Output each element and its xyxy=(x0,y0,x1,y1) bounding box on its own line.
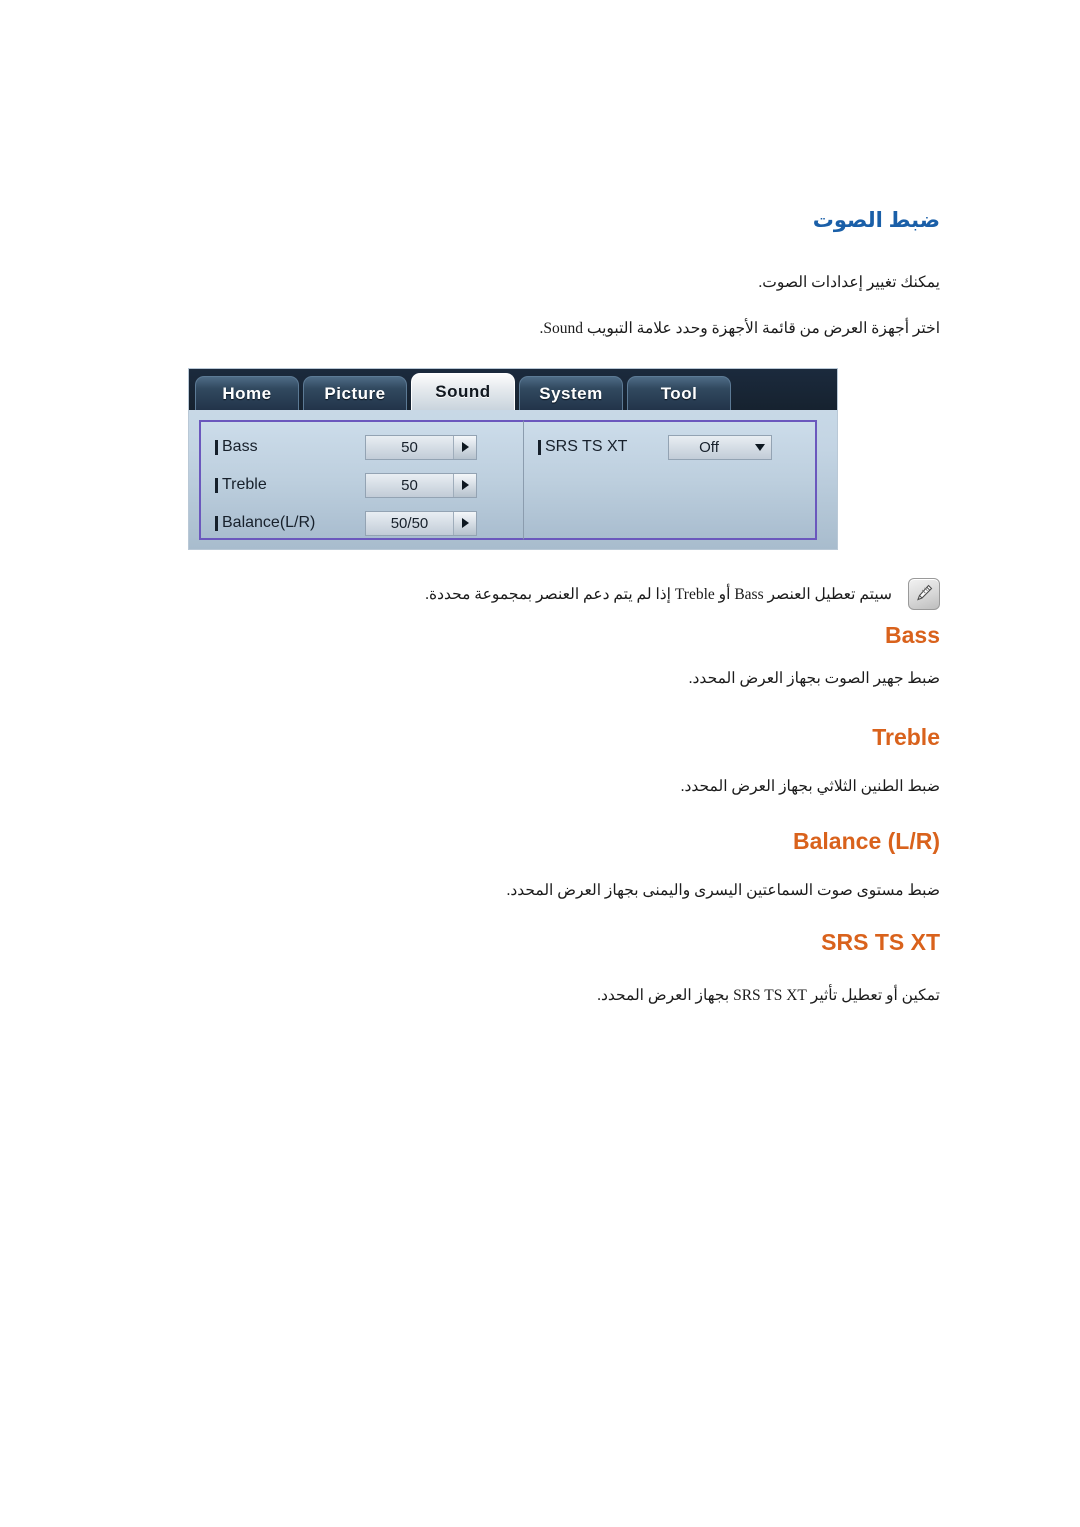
osd-left-panel: Bass 50 Treble 50 Balance(L/R) 50/50 xyxy=(199,420,523,540)
treble-value: 50 xyxy=(401,476,418,494)
page-title: ضبط الصوت xyxy=(812,209,940,232)
osd-right-panel: SRS TS XT Off xyxy=(523,420,817,540)
bass-value: 50 xyxy=(401,438,418,456)
intro-line-2: اختر أجهزة العرض من قائمة الأجهزة وحدد ع… xyxy=(539,320,941,337)
note-row: سيتم تعطيل العنصر Bass أو Treble إذا لم … xyxy=(140,578,940,610)
page-root: ضبط الصوت يمكنك تغيير إعدادات الصوت. اخت… xyxy=(0,0,1080,1527)
intro-line-1: يمكنك تغيير إعدادات الصوت. xyxy=(758,274,940,291)
chevron-down-icon[interactable] xyxy=(749,436,771,459)
osd-row-treble: Treble 50 xyxy=(201,466,523,504)
heading-bass: Bass xyxy=(885,622,940,648)
description-bass: ضبط جهير الصوت بجهاز العرض المحدد. xyxy=(688,670,940,687)
description-balance: ضبط مستوى صوت السماعتين اليسرى واليمنى ب… xyxy=(506,882,940,899)
srs-ts-xt-dropdown[interactable]: Off xyxy=(668,434,772,460)
tab-picture[interactable]: Picture xyxy=(303,376,407,410)
bass-label: Bass xyxy=(215,438,365,456)
description-treble: ضبط الطنين الثلاثي بجهاز العرض المحدد. xyxy=(680,778,940,795)
osd-body: Bass 50 Treble 50 Balance(L/R) 50/50 SRS… xyxy=(189,410,837,549)
balance-label: Balance(L/R) xyxy=(215,514,365,532)
osd-row-srs: SRS TS XT Off xyxy=(524,428,815,466)
treble-increase-arrow-icon[interactable] xyxy=(453,473,476,497)
bass-increase-arrow-icon[interactable] xyxy=(453,435,476,459)
balance-value: 50/50 xyxy=(390,514,429,532)
srs-ts-xt-label: SRS TS XT xyxy=(538,438,668,456)
tab-home[interactable]: Home xyxy=(195,376,299,410)
tab-sound[interactable]: Sound xyxy=(411,373,515,410)
bass-stepper[interactable]: 50 xyxy=(365,434,477,460)
heading-treble: Treble xyxy=(872,724,940,750)
treble-stepper[interactable]: 50 xyxy=(365,472,477,498)
note-text: سيتم تعطيل العنصر Bass أو Treble إذا لم … xyxy=(425,585,892,603)
balance-stepper[interactable]: 50/50 xyxy=(365,510,477,536)
osd-menu-screenshot: Home Picture Sound System Tool Bass 50 T… xyxy=(188,368,838,550)
treble-label: Treble xyxy=(215,476,365,494)
tab-tool[interactable]: Tool xyxy=(627,376,731,410)
osd-row-bass: Bass 50 xyxy=(201,428,523,466)
srs-ts-xt-value: Off xyxy=(699,438,719,456)
balance-increase-arrow-icon[interactable] xyxy=(453,511,476,535)
heading-balance: Balance (L/R) xyxy=(793,828,940,854)
tab-system[interactable]: System xyxy=(519,376,623,410)
description-srs-ts-xt: تمكين أو تعطيل تأثير SRS TS XT بجهاز الع… xyxy=(597,987,940,1004)
note-pencil-icon xyxy=(908,578,940,610)
osd-tab-bar: Home Picture Sound System Tool xyxy=(189,369,837,410)
osd-row-balance: Balance(L/R) 50/50 xyxy=(201,504,523,542)
heading-srs-ts-xt: SRS TS XT xyxy=(821,929,940,955)
